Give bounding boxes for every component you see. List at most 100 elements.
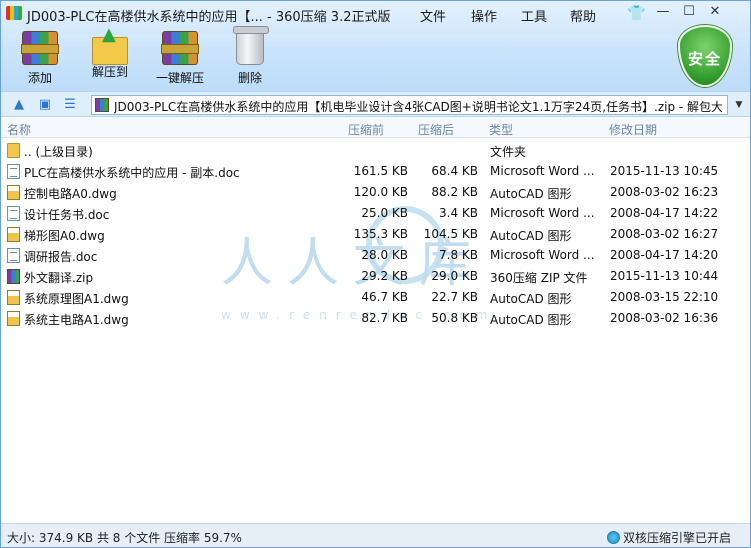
- file-row[interactable]: 控制电路A0.dwg 120.0 KB 88.2 KB AutoCAD 图形 2008-…: [1, 182, 750, 203]
- menu-help[interactable]: 帮助: [570, 6, 596, 25]
- extract-to-label: 解压到: [91, 65, 128, 79]
- delete-label: 删除: [237, 71, 262, 85]
- status-summary: 大小: 374.9 KB 共 8 个文件 压缩率 59.7%: [7, 531, 242, 545]
- file-type: Microsoft Word ...: [490, 206, 595, 220]
- address-row: ▲ ▣ ☰ JD003-PLC在高楼供水系统中的应用【机电毕业设计含4张CAD图…: [1, 91, 750, 117]
- file-size-after: 29.0 KB: [431, 269, 478, 283]
- dwg-file-icon: [7, 185, 20, 200]
- column-modified[interactable]: 修改日期: [609, 121, 657, 138]
- file-type: AutoCAD 图形: [490, 292, 572, 306]
- engine-icon: [607, 531, 620, 544]
- file-type: Microsoft Word ...: [490, 248, 595, 262]
- engine-status[interactable]: 双核压缩引擎已开启: [607, 529, 731, 546]
- skin-shirt-icon[interactable]: 👕: [627, 4, 646, 22]
- file-size-after: 3.4 KB: [439, 206, 478, 220]
- extract-to-button[interactable]: 解压到: [80, 24, 140, 80]
- file-size-after: 68.4 KB: [431, 164, 478, 178]
- archive-icon: [95, 98, 109, 112]
- file-name: 系统主电路A1.dwg: [24, 313, 129, 327]
- dwg-file-icon: [7, 227, 20, 242]
- folder-icon: [7, 143, 20, 158]
- window-title: JD003-PLC在高楼供水系统中的应用【... - 360压缩 3.2正式版: [27, 10, 391, 25]
- file-modified-date: 2015-11-13 10:44: [610, 269, 719, 283]
- file-name: 调研报告.doc: [24, 250, 98, 264]
- file-type: AutoCAD 图形: [490, 229, 572, 243]
- status-bar: 大小: 374.9 KB 共 8 个文件 压缩率 59.7% 双核压缩引擎已开启: [1, 523, 750, 547]
- file-type: 360压缩 ZIP 文件: [490, 271, 588, 285]
- column-size-after[interactable]: 压缩后: [418, 121, 454, 138]
- file-row[interactable]: 系统主电路A1.dwg 82.7 KB 50.8 KB AutoCAD 图形 2008-…: [1, 308, 750, 329]
- file-modified-date: 2008-03-15 22:10: [610, 290, 719, 304]
- address-bar[interactable]: JD003-PLC在高楼供水系统中的应用【机电毕业设计含4张CAD图+说明书论文…: [91, 95, 728, 115]
- file-size-after: 50.8 KB: [431, 311, 478, 325]
- engine-status-label: 双核压缩引擎已开启: [623, 531, 732, 545]
- file-name: 梯形图A0.dwg: [24, 229, 105, 243]
- maximize-button[interactable]: ☐: [676, 3, 702, 21]
- file-size-before: 28.0 KB: [361, 248, 408, 262]
- file-modified-date: 2008-03-02 16:36: [610, 311, 719, 325]
- menu-tools[interactable]: 工具: [521, 6, 547, 25]
- header-area: JD003-PLC在高楼供水系统中的应用【... - 360压缩 3.2正式版 …: [1, 1, 750, 91]
- file-size-after: 104.5 KB: [423, 227, 478, 241]
- doc-file-icon: [7, 206, 20, 221]
- column-name[interactable]: 名称: [7, 121, 31, 138]
- file-size-after: 22.7 KB: [431, 290, 478, 304]
- delete-button[interactable]: 删除: [220, 26, 280, 86]
- trash-bin-icon: [233, 26, 269, 65]
- file-size-before: 120.0 KB: [353, 185, 408, 199]
- file-type: Microsoft Word ...: [490, 164, 595, 178]
- file-row[interactable]: PLC在高楼供水系统中的应用 - 副本.doc 161.5 KB 68.4 KB Mi…: [1, 161, 750, 182]
- file-row[interactable]: 系统原理图A1.dwg 46.7 KB 22.7 KB AutoCAD 图形 2008-…: [1, 287, 750, 308]
- menu-operate[interactable]: 操作: [471, 6, 497, 25]
- file-modified-date: 2008-04-17 14:22: [610, 206, 719, 220]
- large-icon-view-icon[interactable]: ▣: [36, 96, 54, 113]
- file-modified-date: 2008-03-02 16:23: [610, 185, 719, 199]
- security-shield-button[interactable]: 安全: [678, 25, 732, 87]
- file-name: 系统原理图A1.dwg: [24, 292, 129, 306]
- file-modified-date: 2008-03-02 16:27: [610, 227, 719, 241]
- file-row[interactable]: .. (上级目录) 文件夹: [1, 140, 750, 161]
- file-size-before: 82.7 KB: [361, 311, 408, 325]
- file-row[interactable]: 外文翻译.zip 29.2 KB 29.0 KB 360压缩 ZIP 文件 2015-1…: [1, 266, 750, 287]
- app-logo-icon: [6, 6, 22, 20]
- column-size-before[interactable]: 压缩前: [348, 121, 384, 138]
- chevron-down-icon[interactable]: ▼: [730, 95, 748, 115]
- file-row[interactable]: 梯形图A0.dwg 135.3 KB 104.5 KB AutoCAD 图形 2008-…: [1, 224, 750, 245]
- file-size-after: 88.2 KB: [431, 185, 478, 199]
- add-archive-icon: [21, 31, 59, 65]
- file-modified-date: 2008-04-17 14:20: [610, 248, 719, 262]
- one-click-extract-button[interactable]: 一键解压: [150, 31, 210, 86]
- up-arrow-icon[interactable]: ▲: [10, 96, 28, 113]
- one-click-extract-icon: [161, 31, 199, 65]
- add-label: 添加: [27, 71, 52, 85]
- file-size-after: 7.8 KB: [439, 248, 478, 262]
- menu-file[interactable]: 文件: [420, 6, 446, 25]
- file-name: 外文翻译.zip: [24, 271, 94, 285]
- address-path: JD003-PLC在高楼供水系统中的应用【机电毕业设计含4张CAD图+说明书论文…: [114, 100, 722, 114]
- minimize-button[interactable]: —: [650, 3, 676, 21]
- add-button[interactable]: 添加: [10, 31, 70, 86]
- one-click-extract-label: 一键解压: [155, 71, 204, 85]
- zip-file-icon: [7, 269, 20, 284]
- file-size-before: 161.5 KB: [353, 164, 408, 178]
- file-size-before: 46.7 KB: [361, 290, 408, 304]
- file-name: 设计任务书.doc: [24, 208, 110, 222]
- file-row[interactable]: 设计任务书.doc 25.0 KB 3.4 KB Microsoft Word ...…: [1, 203, 750, 224]
- close-button[interactable]: ✕: [702, 3, 728, 21]
- file-name: PLC在高楼供水系统中的应用 - 副本.doc: [24, 166, 240, 180]
- list-view-icon[interactable]: ☰: [61, 96, 79, 113]
- extract-folder-icon: [92, 24, 128, 65]
- dwg-file-icon: [7, 311, 20, 326]
- file-size-before: 135.3 KB: [353, 227, 408, 241]
- file-size-before: 25.0 KB: [361, 206, 408, 220]
- dwg-file-icon: [7, 290, 20, 305]
- file-name: 控制电路A0.dwg: [24, 187, 117, 201]
- security-shield-label: 安全: [687, 50, 722, 68]
- file-modified-date: 2015-11-13 10:45: [610, 164, 719, 178]
- file-row[interactable]: 调研报告.doc 28.0 KB 7.8 KB Microsoft Word ... 2…: [1, 245, 750, 266]
- column-type[interactable]: 类型: [489, 121, 513, 138]
- file-size-before: 29.2 KB: [361, 269, 408, 283]
- doc-file-icon: [7, 164, 20, 179]
- file-name: .. (上级目录): [24, 145, 93, 159]
- list-header: 名称 压缩前 压缩后 类型 修改日期: [1, 118, 750, 138]
